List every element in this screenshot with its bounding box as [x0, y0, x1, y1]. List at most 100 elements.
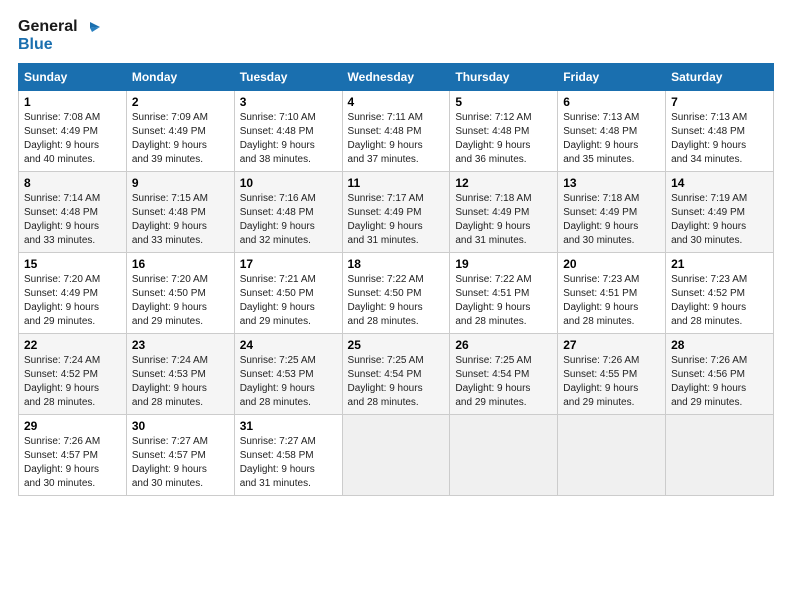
cell-1-0: 1Sunrise: 7:08 AM Sunset: 4:49 PM Daylig…	[19, 91, 127, 172]
day-info: Sunrise: 7:23 AM Sunset: 4:51 PM Dayligh…	[563, 273, 660, 329]
day-info: Sunrise: 7:12 AM Sunset: 4:48 PM Dayligh…	[455, 111, 552, 167]
day-info: Sunrise: 7:14 AM Sunset: 4:48 PM Dayligh…	[24, 192, 121, 248]
day-info: Sunrise: 7:24 AM Sunset: 4:53 PM Dayligh…	[132, 354, 229, 410]
cell-5-2: 31 Sunrise: 7:27 AM Sunset: 4:58 PM Dayli…	[234, 415, 342, 496]
day-info: Sunrise: 7:09 AM Sunset: 4:49 PM Dayligh…	[132, 111, 229, 167]
day-info: Sunrise: 7:23 AM Sunset: 4:52 PM Dayligh…	[671, 273, 768, 329]
day-info: Sunrise: 7:19 AM Sunset: 4:49 PM Dayligh…	[671, 192, 768, 248]
col-header-wednesday: Wednesday	[342, 64, 450, 91]
cell-3-6: 21 Sunrise: 7:23 AM Sunset: 4:52 PM Dayli…	[666, 253, 774, 334]
day-number: 20	[563, 257, 660, 271]
col-header-tuesday: Tuesday	[234, 64, 342, 91]
cell-4-1: 23Sunrise: 7:24 AM Sunset: 4:53 PM Dayli…	[126, 334, 234, 415]
cell-5-4	[450, 415, 558, 496]
cell-5-3	[342, 415, 450, 496]
week-row-4: 22 Sunrise: 7:24 AM Sunset: 4:52 PM Dayli…	[19, 334, 774, 415]
day-number: 22	[24, 338, 121, 352]
day-number: 27	[563, 338, 660, 352]
day-info: Sunrise: 7:18 AM Sunset: 4:49 PM Dayligh…	[455, 192, 552, 248]
week-row-2: 8Sunrise: 7:14 AM Sunset: 4:48 PM Daylig…	[19, 172, 774, 253]
logo-content: General Blue	[18, 18, 100, 53]
logo-bird-icon	[82, 20, 100, 34]
cell-3-4: 19 Sunrise: 7:22 AM Sunset: 4:51 PM Dayli…	[450, 253, 558, 334]
day-info: Sunrise: 7:25 AM Sunset: 4:54 PM Dayligh…	[348, 354, 445, 410]
header: General Blue	[18, 18, 774, 53]
day-number: 10	[240, 176, 337, 190]
day-info: Sunrise: 7:25 AM Sunset: 4:53 PM Dayligh…	[240, 354, 337, 410]
day-number: 13	[563, 176, 660, 190]
week-row-3: 15 Sunrise: 7:20 AM Sunset: 4:49 PM Dayli…	[19, 253, 774, 334]
cell-2-1: 9 Sunrise: 7:15 AM Sunset: 4:48 PM Daylig…	[126, 172, 234, 253]
day-number: 4	[348, 95, 445, 109]
day-number: 12	[455, 176, 552, 190]
cell-1-6: 7 Sunrise: 7:13 AM Sunset: 4:48 PM Daylig…	[666, 91, 774, 172]
cell-4-6: 28 Sunrise: 7:26 AM Sunset: 4:56 PM Dayli…	[666, 334, 774, 415]
day-number: 9	[132, 176, 229, 190]
day-info: Sunrise: 7:11 AM Sunset: 4:48 PM Dayligh…	[348, 111, 445, 167]
cell-4-0: 22 Sunrise: 7:24 AM Sunset: 4:52 PM Dayli…	[19, 334, 127, 415]
day-number: 5	[455, 95, 552, 109]
cell-2-6: 14Sunrise: 7:19 AM Sunset: 4:49 PM Dayli…	[666, 172, 774, 253]
day-number: 29	[24, 419, 121, 433]
day-number: 21	[671, 257, 768, 271]
day-info: Sunrise: 7:27 AM Sunset: 4:57 PM Dayligh…	[132, 435, 229, 491]
cell-2-3: 11 Sunrise: 7:17 AM Sunset: 4:49 PM Dayli…	[342, 172, 450, 253]
day-number: 31	[240, 419, 337, 433]
cell-2-2: 10 Sunrise: 7:16 AM Sunset: 4:48 PM Dayli…	[234, 172, 342, 253]
header-row: SundayMondayTuesdayWednesdayThursdayFrid…	[19, 64, 774, 91]
week-row-1: 1Sunrise: 7:08 AM Sunset: 4:49 PM Daylig…	[19, 91, 774, 172]
page: General Blue SundayMondayTuesdayWednesda…	[0, 0, 792, 508]
cell-1-5: 6 Sunrise: 7:13 AM Sunset: 4:48 PM Daylig…	[558, 91, 666, 172]
day-info: Sunrise: 7:13 AM Sunset: 4:48 PM Dayligh…	[671, 111, 768, 167]
day-info: Sunrise: 7:21 AM Sunset: 4:50 PM Dayligh…	[240, 273, 337, 329]
cell-3-2: 17Sunrise: 7:21 AM Sunset: 4:50 PM Dayli…	[234, 253, 342, 334]
day-number: 24	[240, 338, 337, 352]
col-header-thursday: Thursday	[450, 64, 558, 91]
day-info: Sunrise: 7:16 AM Sunset: 4:48 PM Dayligh…	[240, 192, 337, 248]
day-number: 25	[348, 338, 445, 352]
cell-1-1: 2Sunrise: 7:09 AM Sunset: 4:49 PM Daylig…	[126, 91, 234, 172]
day-info: Sunrise: 7:18 AM Sunset: 4:49 PM Dayligh…	[563, 192, 660, 248]
cell-4-5: 27 Sunrise: 7:26 AM Sunset: 4:55 PM Dayli…	[558, 334, 666, 415]
cell-5-0: 29Sunrise: 7:26 AM Sunset: 4:57 PM Dayli…	[19, 415, 127, 496]
cell-3-1: 16Sunrise: 7:20 AM Sunset: 4:50 PM Dayli…	[126, 253, 234, 334]
cell-1-2: 3 Sunrise: 7:10 AM Sunset: 4:48 PM Daylig…	[234, 91, 342, 172]
day-info: Sunrise: 7:22 AM Sunset: 4:50 PM Dayligh…	[348, 273, 445, 329]
col-header-saturday: Saturday	[666, 64, 774, 91]
day-number: 19	[455, 257, 552, 271]
cell-4-3: 25 Sunrise: 7:25 AM Sunset: 4:54 PM Dayli…	[342, 334, 450, 415]
day-info: Sunrise: 7:13 AM Sunset: 4:48 PM Dayligh…	[563, 111, 660, 167]
day-number: 28	[671, 338, 768, 352]
cell-2-4: 12 Sunrise: 7:18 AM Sunset: 4:49 PM Dayli…	[450, 172, 558, 253]
col-header-sunday: Sunday	[19, 64, 127, 91]
week-row-5: 29Sunrise: 7:26 AM Sunset: 4:57 PM Dayli…	[19, 415, 774, 496]
logo: General Blue	[18, 18, 100, 53]
cell-3-5: 20 Sunrise: 7:23 AM Sunset: 4:51 PM Dayli…	[558, 253, 666, 334]
day-number: 30	[132, 419, 229, 433]
cell-2-0: 8Sunrise: 7:14 AM Sunset: 4:48 PM Daylig…	[19, 172, 127, 253]
day-info: Sunrise: 7:26 AM Sunset: 4:55 PM Dayligh…	[563, 354, 660, 410]
cell-1-4: 5 Sunrise: 7:12 AM Sunset: 4:48 PM Daylig…	[450, 91, 558, 172]
day-info: Sunrise: 7:17 AM Sunset: 4:49 PM Dayligh…	[348, 192, 445, 248]
day-info: Sunrise: 7:26 AM Sunset: 4:56 PM Dayligh…	[671, 354, 768, 410]
day-number: 7	[671, 95, 768, 109]
cell-4-2: 24 Sunrise: 7:25 AM Sunset: 4:53 PM Dayli…	[234, 334, 342, 415]
day-number: 26	[455, 338, 552, 352]
day-number: 11	[348, 176, 445, 190]
day-number: 6	[563, 95, 660, 109]
day-info: Sunrise: 7:24 AM Sunset: 4:52 PM Dayligh…	[24, 354, 121, 410]
day-number: 1	[24, 95, 121, 109]
day-number: 3	[240, 95, 337, 109]
day-info: Sunrise: 7:20 AM Sunset: 4:49 PM Dayligh…	[24, 273, 121, 329]
cell-2-5: 13 Sunrise: 7:18 AM Sunset: 4:49 PM Dayli…	[558, 172, 666, 253]
day-number: 16	[132, 257, 229, 271]
cell-3-3: 18Sunrise: 7:22 AM Sunset: 4:50 PM Dayli…	[342, 253, 450, 334]
cell-5-6	[666, 415, 774, 496]
day-info: Sunrise: 7:25 AM Sunset: 4:54 PM Dayligh…	[455, 354, 552, 410]
cell-5-1: 30 Sunrise: 7:27 AM Sunset: 4:57 PM Dayli…	[126, 415, 234, 496]
day-info: Sunrise: 7:15 AM Sunset: 4:48 PM Dayligh…	[132, 192, 229, 248]
day-info: Sunrise: 7:10 AM Sunset: 4:48 PM Dayligh…	[240, 111, 337, 167]
day-number: 15	[24, 257, 121, 271]
day-info: Sunrise: 7:27 AM Sunset: 4:58 PM Dayligh…	[240, 435, 337, 491]
day-info: Sunrise: 7:22 AM Sunset: 4:51 PM Dayligh…	[455, 273, 552, 329]
